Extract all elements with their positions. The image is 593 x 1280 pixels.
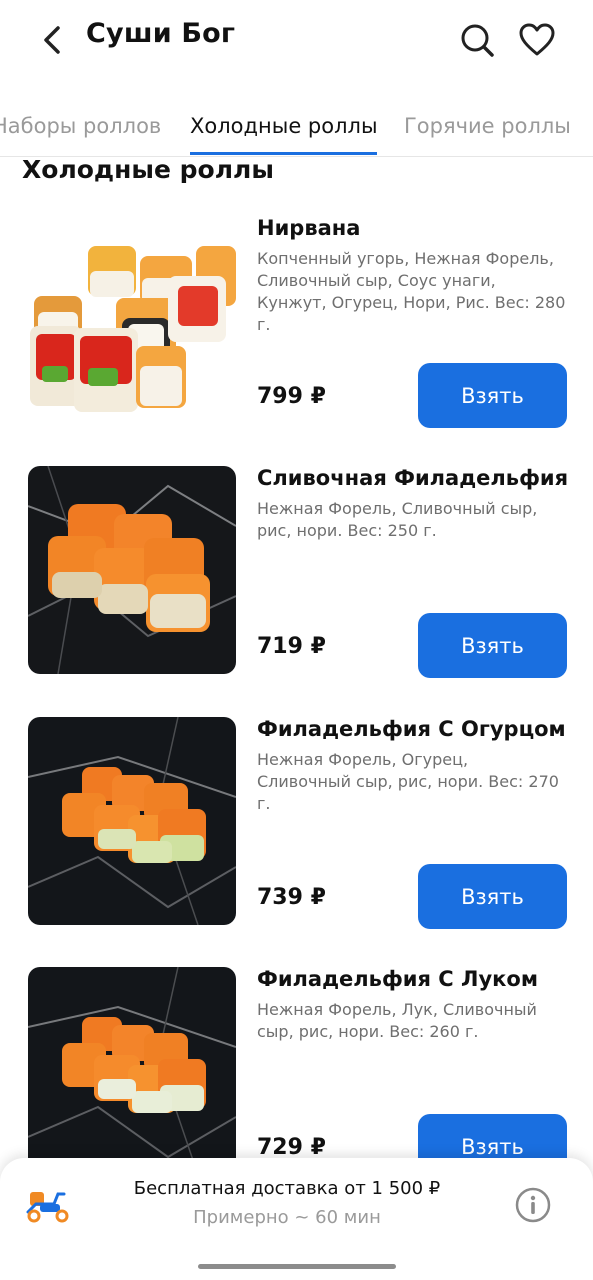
tab-hot-rolls[interactable]: Горячие роллы [404, 114, 571, 138]
product-image [28, 717, 236, 925]
category-tabs: Наборы роллов Холодные роллы Горячие рол… [0, 100, 593, 157]
product-image [28, 967, 236, 1175]
add-to-cart-button[interactable]: Взять [418, 864, 567, 929]
page-title: Суши Бог [86, 18, 236, 49]
product-card[interactable]: Филадельфия С Огурцом Нежная Форель, Огу… [0, 717, 593, 947]
section-title: Холодные роллы [22, 155, 274, 184]
search-icon [461, 24, 494, 57]
product-price: 799 ₽ [257, 384, 326, 409]
product-name: Сливочная Филадельфия [257, 466, 569, 490]
tab-cold-rolls[interactable]: Холодные роллы [190, 114, 378, 138]
product-card[interactable]: Сливочная Филадельфия Нежная Форель, Сли… [0, 466, 593, 696]
product-name: Нирвана [257, 216, 361, 240]
heart-icon [519, 23, 555, 56]
add-to-cart-button[interactable]: Взять [418, 363, 567, 428]
tab-roll-sets[interactable]: Наборы роллов [0, 114, 161, 138]
info-icon [515, 1187, 551, 1223]
app-header: Суши Бог [0, 0, 593, 80]
product-description: Нежная Форель, Сливочный сыр, рис, нори.… [257, 499, 538, 540]
product-price: 729 ₽ [257, 1135, 326, 1160]
delivery-time-text: Примерно ~ 60 мин [193, 1207, 381, 1228]
add-to-cart-button[interactable]: Взять [418, 613, 567, 678]
delivery-info-bar: Бесплатная доставка от 1 500 ₽ Примерно … [0, 1158, 593, 1280]
chevron-left-icon [44, 26, 60, 54]
product-description: Нежная Форель, Огурец, Сливочный сыр, ри… [257, 750, 559, 813]
info-button[interactable] [514, 1186, 552, 1224]
product-image [28, 466, 236, 674]
home-indicator[interactable] [198, 1264, 396, 1269]
product-price: 719 ₽ [257, 634, 326, 659]
product-name: Филадельфия С Луком [257, 967, 538, 991]
product-description: Копченный угорь, Нежная Форель, Сливочны… [257, 249, 566, 334]
product-price: 739 ₽ [257, 885, 326, 910]
product-description: Нежная Форель, Лук, Сливочный сыр, рис, … [257, 1000, 537, 1041]
favorites-button[interactable] [516, 20, 558, 60]
back-button[interactable] [36, 20, 72, 60]
product-card[interactable]: Нирвана Копченный угорь, Нежная Форель, … [0, 216, 593, 446]
product-image [28, 216, 236, 424]
product-name: Филадельфия С Огурцом [257, 717, 566, 741]
scooter-icon [24, 1182, 72, 1226]
search-button[interactable] [456, 20, 498, 60]
free-delivery-text: Бесплатная доставка от 1 500 ₽ [133, 1178, 441, 1199]
